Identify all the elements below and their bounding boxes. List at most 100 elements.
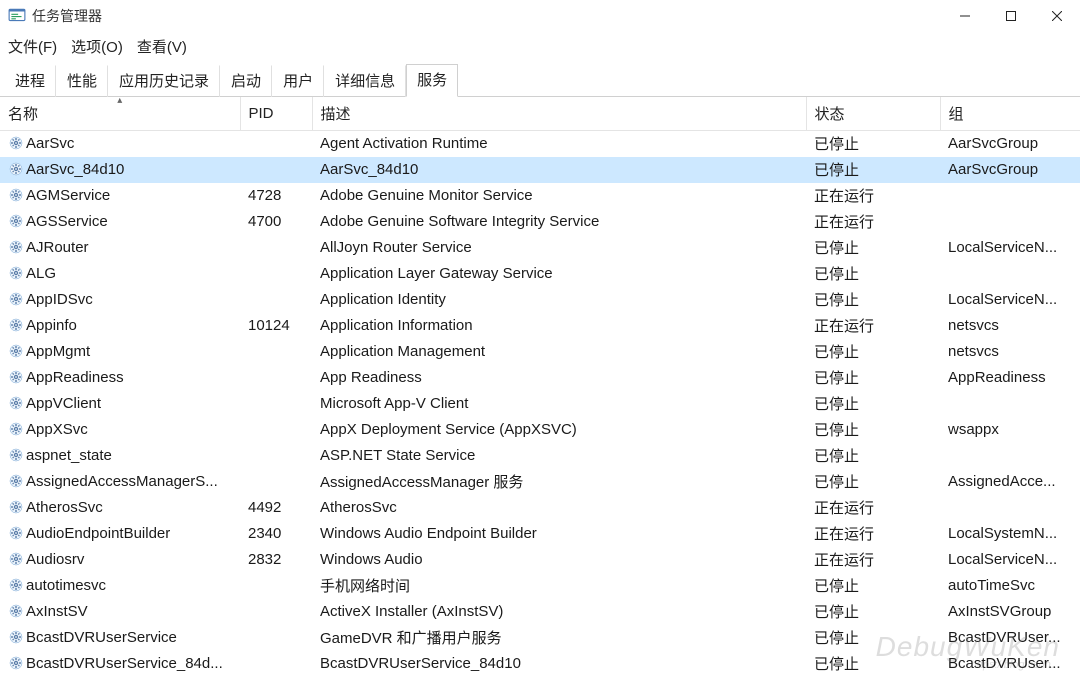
table-row[interactable]: AppXSvc AppX Deployment Service (AppXSVC)… (0, 417, 1080, 443)
services-table: ▴ 名称 PID 描述 状态 组 AarSvcAgent Activation … (0, 97, 1080, 677)
table-row[interactable]: ALGApplication Layer Gateway Service已停止 (0, 261, 1080, 287)
table-row[interactable]: AarSvc_84d10AarSvc_84d10已停止AarSvcGroup (0, 157, 1080, 183)
cell-group: netsvcs (940, 339, 1080, 365)
table-row[interactable]: AppReadinessApp Readiness已停止AppReadiness (0, 365, 1080, 391)
table-row[interactable]: Appinfo10124Application Information正在运行n… (0, 313, 1080, 339)
cell-group: autoTimeSvc (940, 573, 1080, 599)
tab-1[interactable]: 性能 (56, 65, 108, 97)
cell-pid (240, 573, 312, 599)
cell-group (940, 261, 1080, 287)
cell-name: AJRouter (0, 235, 240, 261)
app-icon (8, 7, 26, 25)
table-row[interactable]: BcastDVRUserServiceGameDVR 和广播用户服务已停止Bca… (0, 625, 1080, 651)
table-row[interactable]: AtherosSvc4492AtherosSvc正在运行 (0, 495, 1080, 521)
cell-description: AtherosSvc (312, 495, 806, 521)
service-name-label: AarSvc_84d10 (26, 161, 124, 178)
service-gear-icon (8, 603, 24, 619)
cell-name: AppReadiness (0, 365, 240, 391)
cell-group: AssignedAcce... (940, 469, 1080, 495)
tab-5[interactable]: 详细信息 (324, 65, 406, 97)
cell-group (940, 495, 1080, 521)
service-name-label: AarSvc (26, 135, 74, 152)
cell-pid (240, 365, 312, 391)
cell-name: autotimesvc (0, 573, 240, 599)
cell-name: AppMgmt (0, 339, 240, 365)
service-gear-icon (8, 577, 24, 593)
table-row[interactable]: AGMService4728Adobe Genuine Monitor Serv… (0, 183, 1080, 209)
menu-options[interactable]: 选项(O) (71, 36, 123, 57)
column-header-description[interactable]: 描述 (312, 97, 806, 131)
cell-group: BcastDVRUser... (940, 651, 1080, 677)
cell-name: AarSvc (0, 131, 240, 157)
cell-status: 正在运行 (806, 183, 940, 209)
service-name-label: AppXSvc (26, 421, 88, 438)
cell-group (940, 391, 1080, 417)
service-name-label: AppIDSvc (26, 291, 93, 308)
minimize-button[interactable] (942, 0, 988, 32)
service-name-label: BcastDVRUserService (26, 629, 177, 646)
cell-status: 已停止 (806, 157, 940, 183)
cell-status: 已停止 (806, 131, 940, 157)
service-gear-icon (8, 369, 24, 385)
column-header-status[interactable]: 状态 (806, 97, 940, 131)
cell-description: App Readiness (312, 365, 806, 391)
tab-4[interactable]: 用户 (272, 65, 324, 97)
table-row[interactable]: AssignedAccessManagerS...AssignedAccessM… (0, 469, 1080, 495)
cell-name: AtherosSvc (0, 495, 240, 521)
table-row[interactable]: AppVClientMicrosoft App-V Client已停止 (0, 391, 1080, 417)
table-row[interactable]: AJRouterAllJoyn Router Service已停止LocalSe… (0, 235, 1080, 261)
cell-status: 已停止 (806, 261, 940, 287)
service-name-label: AppMgmt (26, 343, 90, 360)
cell-description: Windows Audio (312, 547, 806, 573)
cell-pid (240, 469, 312, 495)
service-gear-icon (8, 187, 24, 203)
cell-name: BcastDVRUserService_84d... (0, 651, 240, 677)
cell-pid (240, 287, 312, 313)
service-gear-icon (8, 161, 24, 177)
cell-status: 已停止 (806, 469, 940, 495)
cell-description: AppX Deployment Service (AppXSVC) (312, 417, 806, 443)
tab-0[interactable]: 进程 (4, 65, 56, 97)
cell-name: AudioEndpointBuilder (0, 521, 240, 547)
cell-description: AssignedAccessManager 服务 (312, 469, 806, 495)
tab-3[interactable]: 启动 (220, 65, 272, 97)
tab-2[interactable]: 应用历史记录 (108, 65, 220, 97)
cell-status: 已停止 (806, 599, 940, 625)
menu-view[interactable]: 查看(V) (137, 36, 187, 57)
table-row[interactable]: AudioEndpointBuilder2340Windows Audio En… (0, 521, 1080, 547)
column-header-group[interactable]: 组 (940, 97, 1080, 131)
column-header-name[interactable]: ▴ 名称 (0, 97, 240, 131)
cell-group (940, 209, 1080, 235)
service-gear-icon (8, 291, 24, 307)
table-row[interactable]: AppIDSvcApplication Identity已停止LocalServ… (0, 287, 1080, 313)
table-row[interactable]: BcastDVRUserService_84d... BcastDVRUserSe… (0, 651, 1080, 677)
close-button[interactable] (1034, 0, 1080, 32)
maximize-button[interactable] (988, 0, 1034, 32)
table-row[interactable]: autotimesvc手机网络时间已停止autoTimeSvc (0, 573, 1080, 599)
cell-name: aspnet_state (0, 443, 240, 469)
cell-pid (240, 651, 312, 677)
service-gear-icon (8, 655, 24, 671)
menu-file[interactable]: 文件(F) (8, 36, 57, 57)
cell-description: AllJoyn Router Service (312, 235, 806, 261)
service-name-label: Appinfo (26, 317, 77, 334)
service-name-label: AJRouter (26, 239, 89, 256)
cell-group: LocalSystemN... (940, 521, 1080, 547)
table-row[interactable]: AxInstSVActiveX Installer (AxInstSV)已停止A… (0, 599, 1080, 625)
tab-6[interactable]: 服务 (406, 64, 458, 97)
column-header-pid[interactable]: PID (240, 97, 312, 131)
tabstrip: 进程性能应用历史记录启动用户详细信息服务 (0, 63, 1080, 97)
service-gear-icon (8, 343, 24, 359)
table-row[interactable]: AarSvcAgent Activation Runtime已停止AarSvcG… (0, 131, 1080, 157)
cell-name: AppIDSvc (0, 287, 240, 313)
table-row[interactable]: Audiosrv2832Windows Audio正在运行LocalServic… (0, 547, 1080, 573)
table-row[interactable]: AppMgmtApplication Management已停止netsvcs (0, 339, 1080, 365)
cell-description: BcastDVRUserService_84d10 (312, 651, 806, 677)
table-row[interactable]: aspnet_stateASP.NET State Service已停止 (0, 443, 1080, 469)
service-gear-icon (8, 317, 24, 333)
cell-status: 正在运行 (806, 209, 940, 235)
cell-description: Adobe Genuine Software Integrity Service (312, 209, 806, 235)
table-row[interactable]: AGSService4700Adobe Genuine Software Int… (0, 209, 1080, 235)
cell-pid (240, 599, 312, 625)
cell-description: Windows Audio Endpoint Builder (312, 521, 806, 547)
